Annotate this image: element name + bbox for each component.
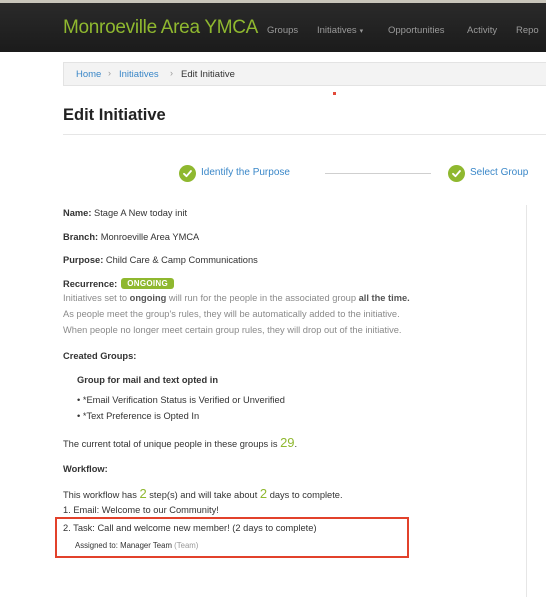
purpose-row: Purpose: Child Care & Camp Communication… (63, 255, 258, 265)
top-navbar: Monroeville Area YMCA Groups Initiatives… (0, 0, 546, 52)
page-title: Edit Initiative (63, 106, 166, 124)
workflow-steps-count: 2 (139, 486, 147, 501)
nav-initiatives-label: Initiatives (317, 25, 357, 36)
group-rule-text: *Email Verification Status is Verified o… (82, 395, 285, 405)
workflow-assignee: Assigned to: Manager Team (Team) (75, 541, 198, 550)
assignee-label: Assigned to: Manager Team (75, 541, 172, 550)
group-total-suffix: . (294, 439, 298, 449)
wizard-step-identify-purpose[interactable]: Identify the Purpose (201, 167, 290, 178)
breadcrumb-initiatives[interactable]: Initiatives (119, 69, 159, 80)
wizard-step-select-group[interactable]: Select Group (470, 167, 528, 178)
check-circle-icon (179, 165, 196, 182)
recurrence-description-3: When people no longer meet certain group… (63, 325, 402, 335)
group-rule-item: • *Text Preference is Opted In (77, 411, 200, 421)
status-badge: ONGOING (121, 278, 175, 289)
workflow-step-1: 1. Email: Welcome to our Community! (63, 505, 219, 515)
group-title: Group for mail and text opted in (77, 375, 219, 385)
workflow-step-2: 2. Task: Call and welcome new member! (2… (63, 523, 317, 533)
workflow-summary-text: step(s) and will take about (146, 490, 260, 500)
branch-label: Branch: (63, 232, 99, 242)
recurrence-row: Recurrence: ONGOING (63, 278, 175, 289)
recurrence-text: will run for the people in the associate… (166, 293, 359, 303)
recurrence-description-1: Initiatives set to ongoing will run for … (63, 293, 410, 303)
group-total: The current total of unique people in th… (63, 435, 297, 450)
branch-value: Monroeville Area YMCA (100, 232, 200, 242)
created-groups-heading: Created Groups: (63, 351, 137, 361)
recurrence-emphasis: all the time. (358, 293, 410, 303)
workflow-summary: This workflow has 2 step(s) and will tak… (63, 486, 343, 501)
nav-activity[interactable]: Activity (467, 25, 497, 36)
group-total-text: The current total of unique people in th… (63, 439, 281, 449)
panel-border (526, 205, 527, 597)
name-label: Name: (63, 208, 92, 218)
divider (63, 134, 546, 135)
workflow-summary-text: This workflow has (63, 490, 140, 500)
check-circle-icon (448, 165, 465, 182)
name-row: Name: Stage A New today init (63, 208, 187, 218)
workflow-heading: Workflow: (63, 464, 108, 474)
red-marker (333, 92, 336, 95)
recurrence-text: Initiatives set to (63, 293, 130, 303)
group-rule-text: *Text Preference is Opted In (82, 411, 200, 421)
recurrence-label: Recurrence: (63, 279, 118, 289)
group-total-count: 29 (280, 435, 295, 450)
group-rule-item: • *Email Verification Status is Verified… (77, 395, 285, 405)
purpose-value: Child Care & Camp Communications (105, 255, 258, 265)
wizard-connector (325, 173, 431, 174)
breadcrumb-home[interactable]: Home (76, 69, 101, 80)
workflow-summary-text: days to complete. (267, 490, 343, 500)
name-value: Stage A New today init (94, 208, 188, 218)
nav-groups[interactable]: Groups (267, 25, 298, 36)
breadcrumb: Home › Initiatives › Edit Initiative (63, 62, 546, 86)
nav-opportunities[interactable]: Opportunities (388, 25, 445, 36)
recurrence-description-2: As people meet the group's rules, they w… (63, 309, 400, 319)
branch-row: Branch: Monroeville Area YMCA (63, 232, 199, 242)
chevron-down-icon: ▾ (359, 28, 364, 35)
breadcrumb-separator: › (170, 68, 173, 78)
brand-logo[interactable]: Monroeville Area YMCA (63, 17, 258, 39)
assignee-type: (Team) (174, 541, 199, 550)
purpose-label: Purpose: (63, 255, 104, 265)
nav-initiatives[interactable]: Initiatives ▾ (317, 25, 363, 36)
recurrence-emphasis: ongoing (129, 293, 167, 303)
nav-reports[interactable]: Repo (516, 25, 539, 36)
breadcrumb-current: Edit Initiative (181, 69, 235, 80)
breadcrumb-separator: › (108, 68, 111, 78)
